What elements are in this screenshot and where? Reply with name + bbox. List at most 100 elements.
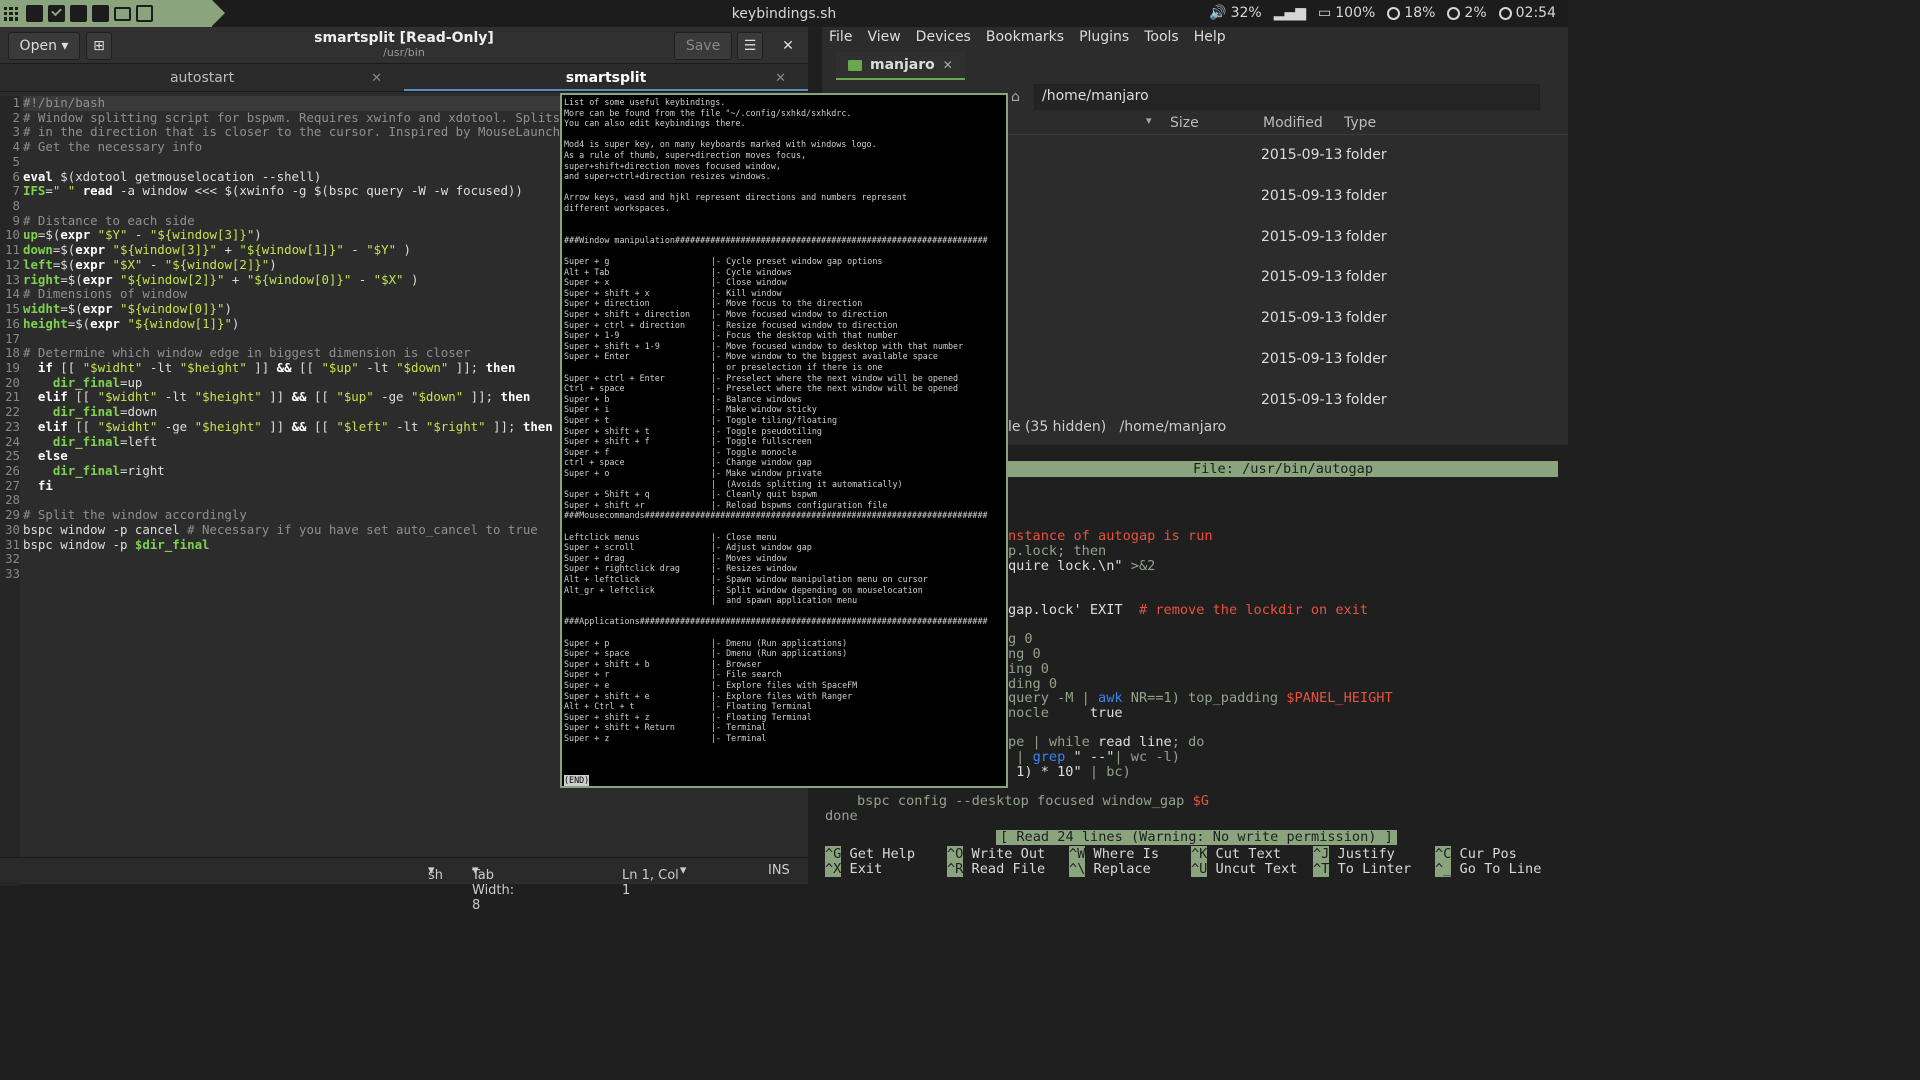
keybinding-action: |- Toggle monocle bbox=[711, 446, 797, 457]
nano-shortcut[interactable]: ^J Justify bbox=[1313, 846, 1395, 862]
volume-indicator[interactable]: 🔊 32% bbox=[1209, 5, 1262, 21]
nano-shortcut[interactable]: ^C Cur Pos bbox=[1435, 846, 1517, 862]
code-line: eval $(xdotool getmouselocation --shell) bbox=[23, 168, 560, 185]
nano-shortcut[interactable]: ^T To Linter bbox=[1313, 861, 1411, 877]
column-size[interactable]: Size bbox=[1170, 115, 1199, 131]
home-icon[interactable]: ⌂ bbox=[1011, 89, 1020, 105]
nano-line: quire lock.\n" >&2 bbox=[1008, 558, 1155, 574]
nano-token: nocle bbox=[1008, 705, 1090, 721]
line-number: 14 bbox=[5, 286, 20, 302]
file-row[interactable]: 2015-09-13 folder bbox=[1008, 267, 1568, 308]
line-number: 26 bbox=[5, 462, 20, 478]
file-row[interactable]: 2015-09-13 folder bbox=[1008, 186, 1568, 227]
popup-text-line: super+shift+direction moves focused wind… bbox=[564, 160, 781, 171]
nano-token: ng 0 bbox=[1008, 646, 1041, 662]
folder-icon bbox=[848, 59, 862, 71]
keybinding-key: Super + b bbox=[564, 393, 610, 404]
file-row[interactable]: 2015-09-13 folder bbox=[1008, 349, 1568, 390]
keybinding-key: Super + r bbox=[564, 669, 610, 680]
sort-arrow-icon[interactable]: ▾ bbox=[1146, 114, 1152, 127]
column-modified[interactable]: Modified bbox=[1263, 115, 1323, 131]
tab-smartsplit[interactable]: smartsplit ✕ bbox=[404, 64, 808, 91]
line-number: 28 bbox=[5, 492, 20, 508]
battery-indicator[interactable]: ▭ 100% bbox=[1318, 5, 1375, 21]
tab-manjaro[interactable]: manjaro ✕ bbox=[836, 52, 965, 80]
nano-shortcut[interactable]: ^G Get Help bbox=[825, 846, 915, 862]
nano-shortcut[interactable]: ^W Where Is bbox=[1069, 846, 1159, 862]
menu-button[interactable]: ☰ bbox=[737, 32, 763, 60]
keybinding-key: Super + z bbox=[564, 733, 610, 743]
keybinding-action: |- Browser bbox=[711, 658, 762, 669]
code-line: # Dimensions of window bbox=[23, 286, 560, 302]
code-token: ]] bbox=[261, 418, 292, 434]
keybinding-key: Super + Shift + q bbox=[564, 489, 650, 500]
signal-icon[interactable]: ▂▄▆ bbox=[1274, 5, 1306, 21]
nano-shortcut[interactable]: ^X Exit bbox=[825, 861, 882, 877]
keybindings-popup[interactable]: List of some useful keybindings. More can… bbox=[560, 93, 1008, 788]
keybinding-key: Super + e bbox=[564, 680, 610, 690]
path-bar[interactable]: /home/manjaro bbox=[1034, 84, 1540, 110]
code-token: -a window <<< $(xwinfo -g $(bspc query -… bbox=[112, 183, 523, 199]
code-line: right=$(expr "${window[2]}" + "${window[… bbox=[23, 272, 560, 288]
nano-shortcut[interactable]: ^R Read File bbox=[947, 861, 1045, 877]
menu-item-plugins[interactable]: Plugins bbox=[1079, 29, 1129, 49]
popup-section-header: ###Applications#########################… bbox=[564, 616, 988, 627]
code-lines[interactable]: #!/bin/bash # Window splitting script for… bbox=[23, 95, 561, 582]
popup-text-line: As a rule of thumb, super+direction move… bbox=[564, 150, 807, 160]
keybinding-action: | and spawn application menu bbox=[711, 595, 858, 606]
code-token: $(xdotool getmouselocation --shell) bbox=[52, 168, 322, 184]
menu-item-view[interactable]: View bbox=[867, 29, 900, 49]
keybinding-key: Super + x bbox=[564, 277, 610, 288]
menu-item-bookmarks[interactable]: Bookmarks bbox=[986, 29, 1064, 49]
gauge-icon bbox=[1447, 6, 1461, 20]
line-number: 18 bbox=[5, 345, 20, 361]
code-token: left bbox=[23, 256, 53, 272]
code-token: bspc window -p cancel bbox=[23, 521, 188, 537]
tab-width-selector[interactable]: Tab Width: 8 ▾ bbox=[472, 863, 514, 913]
nano-shortcut[interactable]: ^\ Replace bbox=[1069, 861, 1151, 877]
keybinding-action: |- Toggle pseudotiling bbox=[711, 425, 822, 436]
keybinding-action: |- Terminal bbox=[711, 722, 767, 733]
file-row[interactable]: 2015-09-13 folder bbox=[1008, 227, 1568, 268]
code-token: then bbox=[522, 418, 553, 434]
nano-token: bspc config --desktop focused window_gap bbox=[857, 793, 1193, 809]
save-button[interactable]: Save bbox=[674, 32, 732, 60]
code-token: =$( bbox=[52, 242, 76, 258]
tab-autostart[interactable]: autostart ✕ bbox=[0, 64, 404, 91]
close-tab-icon[interactable]: ✕ bbox=[943, 58, 953, 72]
close-tab-icon[interactable]: ✕ bbox=[371, 71, 382, 86]
cursor-position[interactable]: Ln 1, Col 1 ▾ bbox=[622, 863, 686, 898]
keybinding-action: |- Terminal bbox=[711, 733, 767, 743]
code-token: expr bbox=[90, 315, 120, 331]
menu-bar: File View Devices Bookmarks Plugins Tools Help bbox=[822, 27, 1568, 49]
file-list-header: ▾ Size Modified Type bbox=[1008, 114, 1568, 135]
nano-shortcut[interactable]: ^U Uncut Text bbox=[1191, 861, 1297, 877]
nano-shortcut[interactable]: ^_ Go To Line bbox=[1435, 861, 1541, 877]
code-token: + bbox=[216, 242, 240, 258]
clock[interactable]: 02:54 bbox=[1498, 5, 1556, 21]
keybinding-action: |- Cycle windows bbox=[711, 266, 792, 277]
status-bar: le (35 hidden) /home/manjaro bbox=[1008, 419, 1227, 435]
menu-item-help[interactable]: Help bbox=[1194, 29, 1226, 49]
column-type[interactable]: Type bbox=[1344, 115, 1376, 131]
language-selector[interactable]: sh ▾ bbox=[428, 863, 443, 883]
file-row[interactable]: 2015-09-13 folder bbox=[1008, 145, 1568, 186]
close-button[interactable]: ✕ bbox=[774, 32, 802, 60]
keybinding-action: |- Spawn window manipulation menu on cur… bbox=[711, 574, 928, 584]
code-token: "$down" bbox=[410, 389, 464, 405]
file-row[interactable]: 2015-09-13 folder bbox=[1008, 308, 1568, 349]
keybinding-key: Super + shift + b bbox=[564, 658, 650, 669]
popup-text-line: different workspaces. bbox=[564, 203, 670, 213]
line-number: 15 bbox=[5, 301, 20, 317]
menu-item-tools[interactable]: Tools bbox=[1144, 29, 1179, 49]
close-tab-icon[interactable]: ✕ bbox=[775, 71, 786, 86]
menu-item-file[interactable]: File bbox=[829, 29, 852, 49]
nano-shortcut[interactable]: ^O Write Out bbox=[947, 846, 1045, 862]
menu-item-devices[interactable]: Devices bbox=[916, 29, 971, 49]
nano-shortcut[interactable]: ^K Cut Text bbox=[1191, 846, 1281, 862]
keybinding-action: |- Resize focused window to direction bbox=[711, 319, 898, 330]
code-line: widht=$(expr "${window[0]}") bbox=[23, 301, 560, 317]
code-token: fi bbox=[37, 477, 53, 493]
